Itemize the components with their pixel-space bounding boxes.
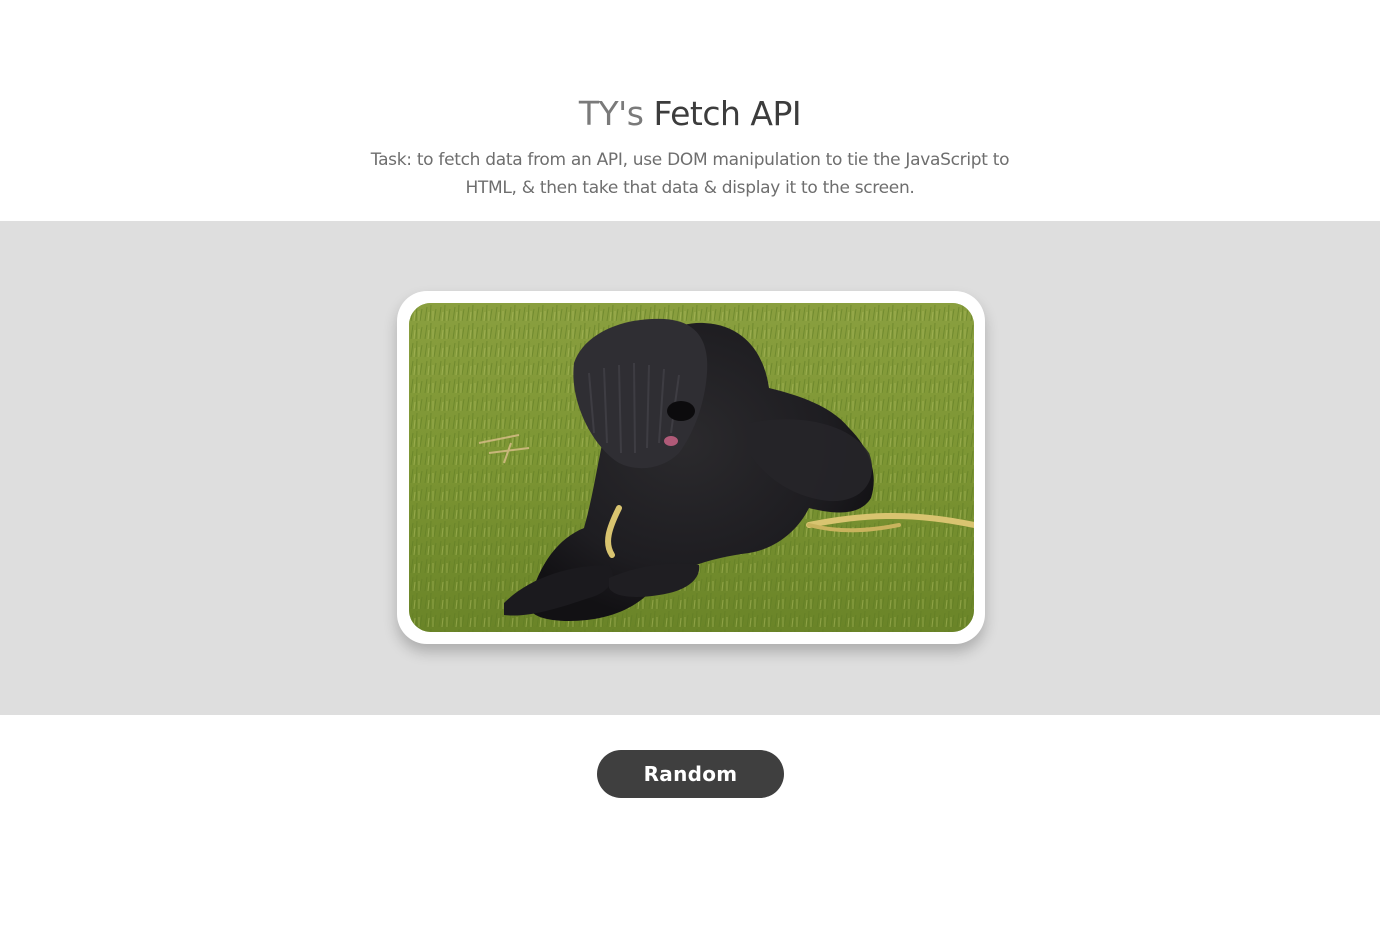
task-description: Task: to fetch data from an API, use DOM… — [370, 150, 1010, 198]
title-main: Fetch API — [653, 94, 802, 133]
page-title: TY's Fetch API — [0, 92, 1380, 136]
image-stage — [0, 221, 1380, 715]
dog-image — [409, 303, 974, 632]
image-card — [397, 291, 985, 644]
title-prefix: TY's — [578, 94, 644, 133]
random-button[interactable]: Random — [597, 750, 784, 798]
page-header: TY's Fetch API Task: to fetch data from … — [0, 0, 1380, 221]
